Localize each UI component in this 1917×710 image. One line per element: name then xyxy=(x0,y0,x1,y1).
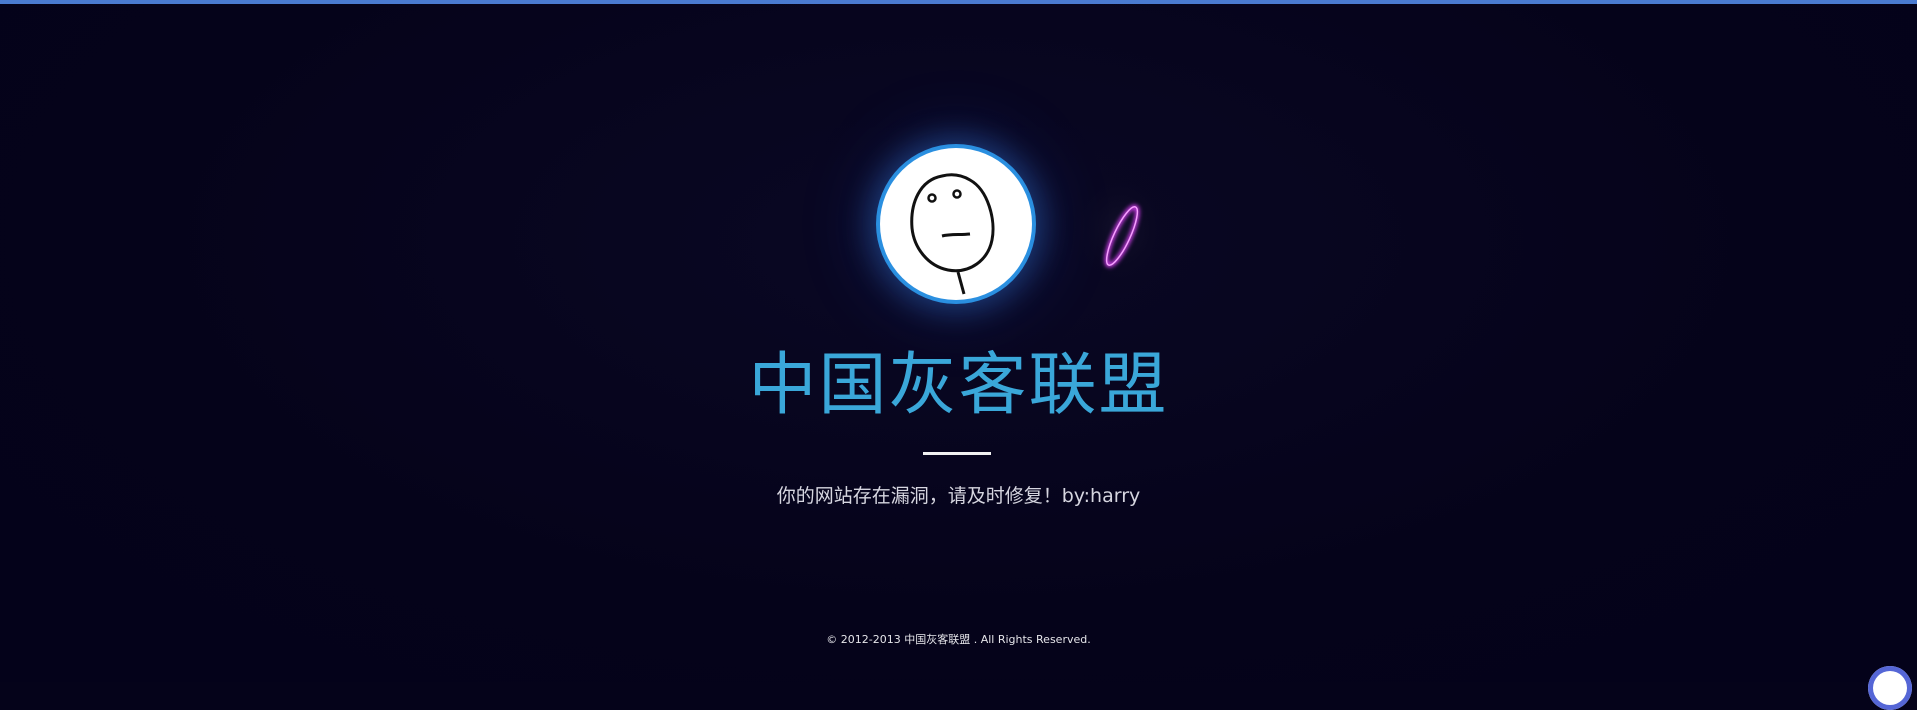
meme-face-icon xyxy=(910,173,995,295)
page-background xyxy=(0,4,1917,682)
title-divider xyxy=(923,452,991,455)
site-title: 中国灰客联盟 xyxy=(748,346,1169,425)
warning-message: 你的网站存在漏洞，请及时修复！by:harry xyxy=(776,485,1141,507)
footer-copyright: © 2012-2013 中国灰客联盟 . All Rights Reserved… xyxy=(826,633,1091,646)
avatar xyxy=(880,148,1032,300)
corner-badge-icon[interactable] xyxy=(1868,666,1912,710)
glow-ring-decoration xyxy=(1065,165,1175,295)
